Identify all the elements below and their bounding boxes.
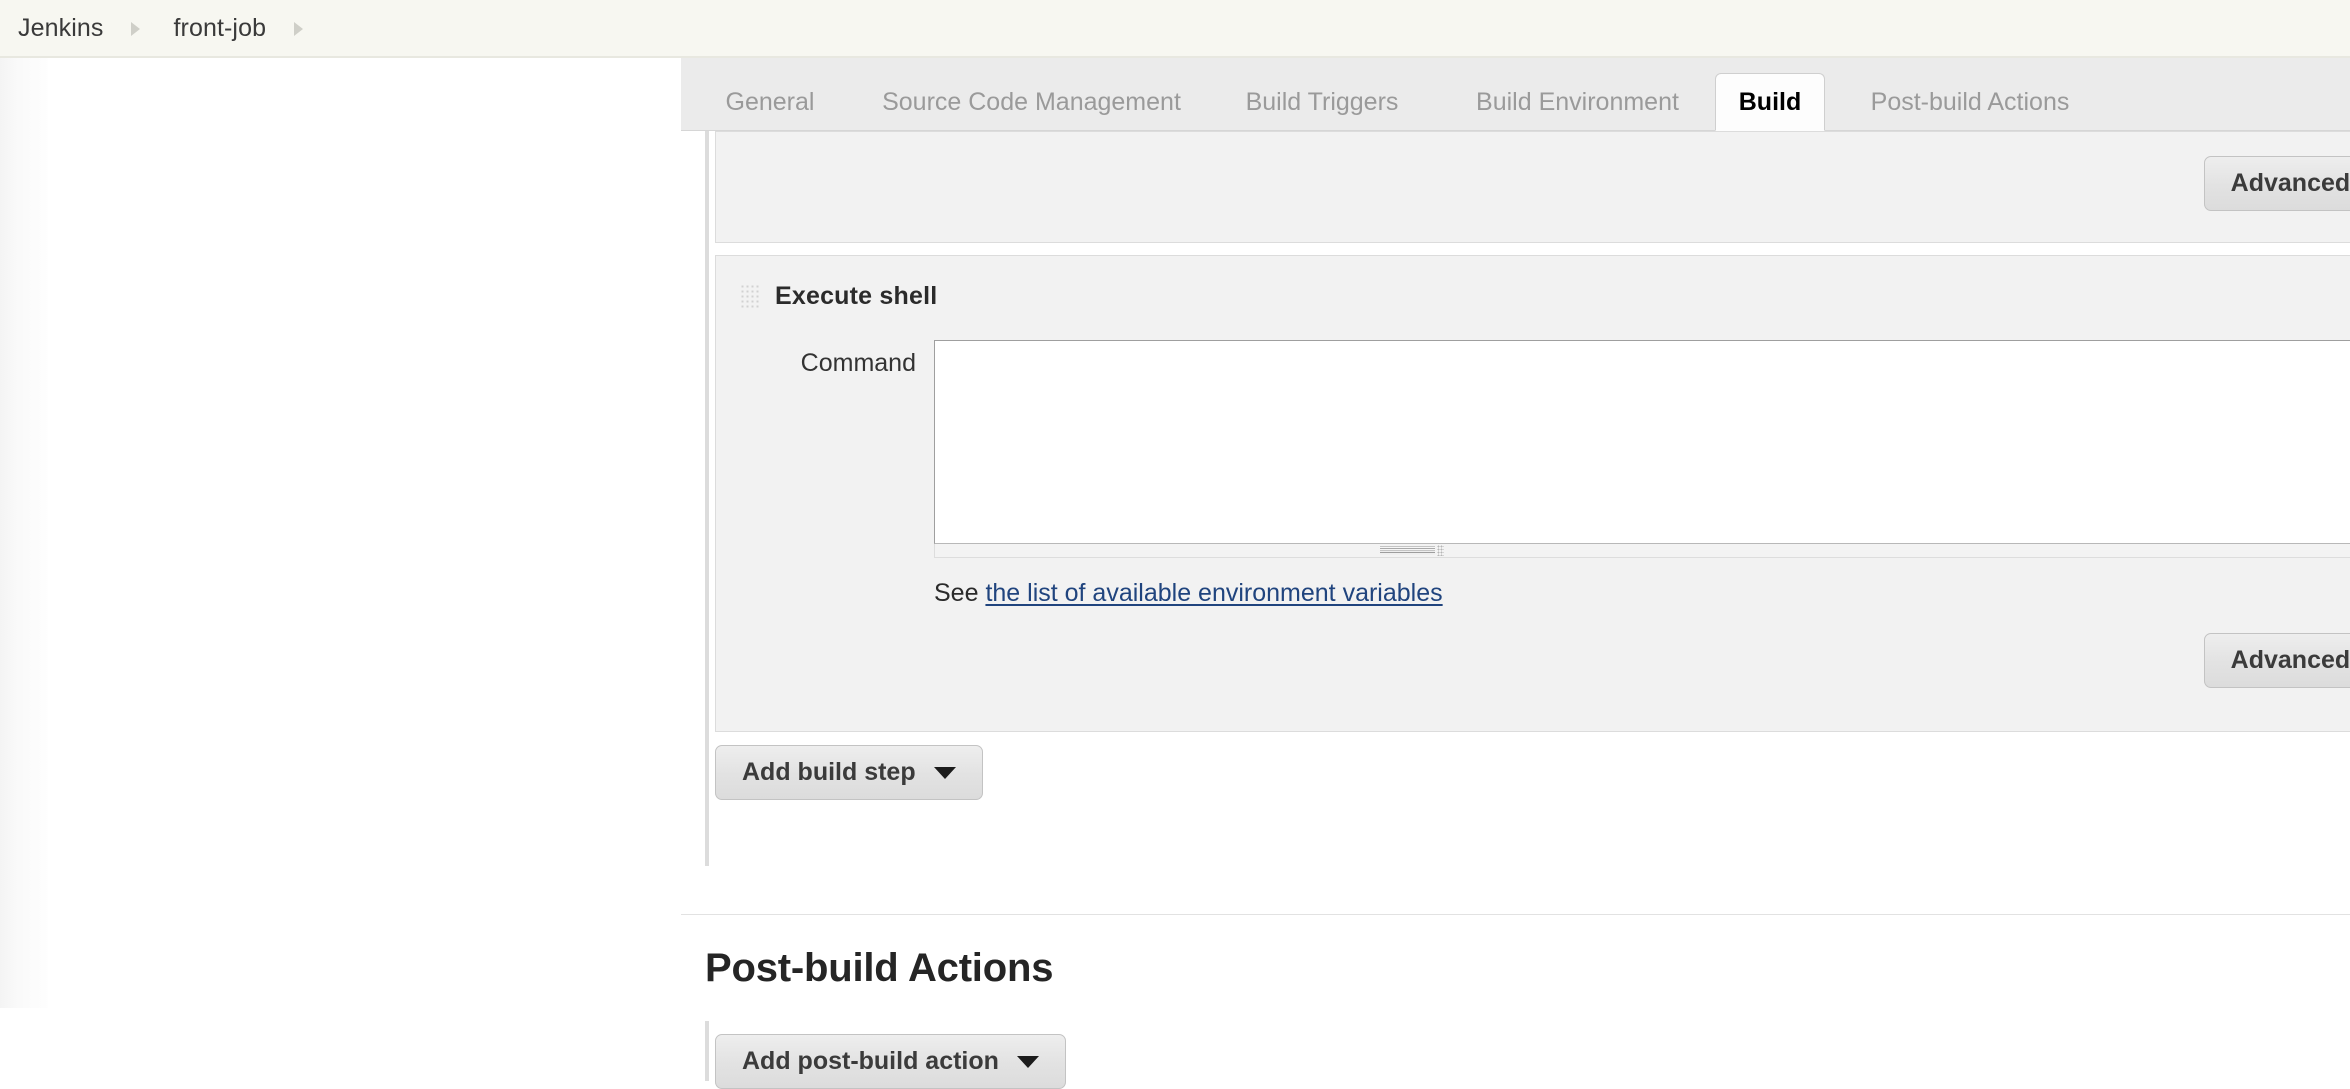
help-prefix: See (934, 579, 986, 607)
page-body: General Source Code Management Build Tri… (0, 58, 2350, 1089)
add-build-step-button[interactable]: Add build step (715, 745, 983, 800)
tab-build[interactable]: Build (1715, 73, 1825, 131)
post-build-actions-heading: Post-build Actions (705, 946, 1054, 990)
command-label: Command (800, 349, 916, 377)
build-step-block-execute-shell: Execute shell Command See the list of av… (715, 255, 2350, 732)
command-resize-grip[interactable] (1380, 545, 1444, 556)
add-post-build-action-button[interactable]: Add post-build action (715, 1034, 1066, 1089)
advanced-button-label: Advanced... (2230, 169, 2350, 197)
post-build-section-divider (681, 914, 2350, 915)
execute-shell-title: Execute shell (775, 282, 938, 310)
caret-down-icon (933, 766, 956, 779)
chevron-right-icon (131, 20, 145, 36)
chevron-right-icon (294, 20, 308, 36)
tab-post-build-actions[interactable]: Post-build Actions (1825, 74, 2115, 130)
tab-general[interactable]: General (681, 74, 859, 130)
tab-build-environment[interactable]: Build Environment (1440, 74, 1715, 130)
drag-handle-icon[interactable] (740, 283, 759, 310)
build-step-block-previous: Advanced... (715, 131, 2350, 243)
config-main-panel: General Source Code Management Build Tri… (681, 58, 2350, 1089)
add-post-build-action-label: Add post-build action (742, 1047, 999, 1075)
config-form-area: Advanced... Execute shell Command See th… (681, 131, 2350, 1089)
caret-down-icon (1016, 1055, 1039, 1068)
breadcrumb-item-front-job[interactable]: front-job (159, 15, 280, 41)
config-tab-bar: General Source Code Management Build Tri… (681, 58, 2350, 131)
advanced-button-previous-step[interactable]: Advanced... (2203, 156, 2350, 211)
tab-source-code-management[interactable]: Source Code Management (859, 74, 1204, 130)
command-resize-rail (934, 544, 2350, 558)
breadcrumb-item-jenkins[interactable]: Jenkins (4, 15, 117, 41)
side-panel (0, 58, 680, 1008)
command-textarea[interactable] (934, 340, 2350, 544)
tab-build-triggers[interactable]: Build Triggers (1204, 74, 1440, 130)
environment-variables-help: See the list of available environment va… (934, 579, 1443, 608)
breadcrumb: Jenkins front-job (0, 0, 2350, 58)
add-post-build-action-rail (705, 1021, 709, 1081)
add-build-step-label: Add build step (742, 758, 916, 786)
execute-shell-header: Execute shell (740, 282, 937, 311)
add-build-step-rail (705, 732, 709, 802)
side-panel-content (48, 58, 680, 1008)
advanced-button-execute-shell[interactable]: Advanced... (2203, 633, 2350, 688)
environment-variables-link[interactable]: the list of available environment variab… (985, 579, 1442, 607)
advanced-button-label: Advanced... (2230, 646, 2350, 674)
